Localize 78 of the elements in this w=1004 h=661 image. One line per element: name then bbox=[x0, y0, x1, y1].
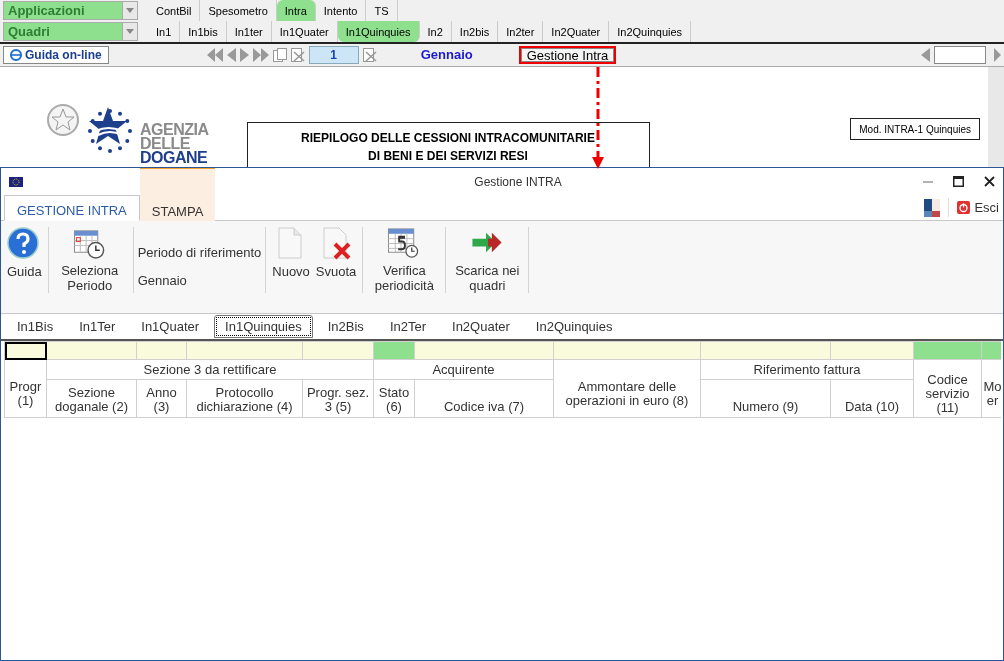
help-link[interactable]: Guida on-line bbox=[3, 46, 109, 64]
logo-text: AGENZIA bbox=[140, 123, 209, 137]
maximize-icon[interactable] bbox=[953, 176, 964, 187]
exit-label[interactable]: Esci bbox=[974, 197, 999, 218]
dropdown-arrow-icon[interactable] bbox=[126, 29, 134, 34]
previous-icon[interactable] bbox=[921, 48, 930, 62]
input-cell[interactable] bbox=[186, 341, 303, 360]
sheet-tab[interactable]: In2Quinquies bbox=[524, 314, 624, 339]
next-page-icon[interactable] bbox=[239, 48, 249, 62]
title-text: RIEPILOGO DELLE CESSIONI INTRACOMUNITARIE bbox=[300, 130, 596, 147]
ribbon-tab[interactable]: GESTIONE INTRA bbox=[4, 195, 140, 221]
help-icon bbox=[7, 227, 42, 261]
delete-page-icon[interactable] bbox=[290, 48, 305, 62]
column-header: Numero (9) bbox=[700, 379, 831, 418]
logo-text: DOGANE bbox=[140, 151, 209, 165]
sheet-tab[interactable]: In1Bis bbox=[6, 314, 65, 339]
calendar-clock-icon bbox=[72, 227, 107, 260]
model-label: Mod. INTRA-1 Quinquies bbox=[850, 118, 980, 140]
input-cell[interactable] bbox=[46, 341, 137, 360]
sheet-tab[interactable]: In2Bis bbox=[316, 314, 375, 339]
input-cell[interactable] bbox=[4, 341, 47, 360]
power-icon bbox=[957, 201, 971, 214]
input-cell[interactable] bbox=[302, 341, 374, 360]
tab[interactable]: In1Quinquies bbox=[337, 21, 420, 42]
ribbon-button[interactable]: Guida bbox=[5, 227, 44, 293]
delete-page-icon[interactable] bbox=[362, 48, 377, 62]
input-cell[interactable] bbox=[830, 341, 914, 360]
column-header: Ammontare delle operazioni in euro (8) bbox=[553, 359, 701, 418]
column-group-header: Acquirente bbox=[373, 359, 554, 380]
exit-button[interactable]: Esci bbox=[948, 197, 999, 218]
column-header: Sezione doganale (2) bbox=[46, 379, 137, 418]
sheet-tab[interactable]: In1Quater bbox=[130, 314, 211, 339]
flag-icon bbox=[9, 176, 23, 187]
ribbon-button[interactable]: Scarica nei quadri bbox=[450, 227, 525, 293]
ribbon-button[interactable]: Verifica periodicità bbox=[367, 227, 442, 293]
title-text: DI BENI E DEI SERVIZI RESI bbox=[367, 148, 529, 165]
flag-icon[interactable] bbox=[924, 198, 941, 217]
column-header: Codice servizio (11) bbox=[913, 359, 982, 418]
next-icon[interactable] bbox=[994, 48, 1001, 62]
sheet-tab[interactable]: In2Ter bbox=[378, 314, 437, 339]
manage-button[interactable]: Gestione Intra bbox=[518, 46, 617, 64]
page-field[interactable]: 1 bbox=[308, 46, 359, 64]
first-page-icon[interactable] bbox=[206, 48, 223, 62]
previous-page-icon[interactable] bbox=[226, 48, 236, 62]
sheet-tab[interactable]: In1Ter bbox=[68, 314, 127, 339]
period-value: Gennaio bbox=[137, 271, 188, 290]
ribbon-button[interactable]: Seleziona Periodo bbox=[52, 227, 127, 293]
help-link-text[interactable]: Guida on-line bbox=[25, 46, 102, 64]
ribbon-button[interactable]: Nuovo bbox=[270, 227, 312, 293]
page-copy-icon[interactable] bbox=[272, 48, 287, 62]
column-header: Progr (1) bbox=[4, 359, 47, 418]
last-page-icon[interactable] bbox=[252, 48, 269, 62]
tab[interactable]: Intra bbox=[276, 0, 316, 21]
input-cell[interactable] bbox=[373, 341, 415, 360]
column-group-header: Sezione 3 da rettificare bbox=[46, 359, 374, 380]
ribbon-button[interactable]: Svuota bbox=[313, 227, 359, 293]
emblem-icon bbox=[46, 101, 80, 139]
period-label: Periodo di riferimento bbox=[137, 244, 262, 262]
logo-text: DELLE bbox=[140, 137, 190, 151]
sheet-tab[interactable]: In1Quinquies bbox=[214, 314, 313, 339]
column-header: Stato (6) bbox=[373, 379, 415, 418]
ribbon-tab[interactable]: STAMPA bbox=[139, 168, 216, 221]
column-header: Protocollo dichiarazione (4) bbox=[186, 379, 303, 418]
column-group-header: Riferimento fattura bbox=[700, 359, 914, 380]
input-cell[interactable] bbox=[700, 341, 831, 360]
column-header: Progr. sez. 3 (5) bbox=[302, 379, 374, 418]
close-icon[interactable] bbox=[984, 176, 995, 187]
input-cell[interactable] bbox=[553, 341, 701, 360]
input-cell[interactable] bbox=[136, 341, 187, 360]
window-title: Gestione INTRA bbox=[473, 173, 563, 191]
month-label: Gennaio bbox=[420, 46, 473, 65]
dropdown-arrow-icon[interactable] bbox=[126, 8, 134, 13]
search-field[interactable] bbox=[934, 46, 986, 64]
input-cell[interactable] bbox=[981, 341, 1001, 360]
input-cell[interactable] bbox=[414, 341, 554, 360]
input-cell[interactable] bbox=[913, 341, 982, 360]
column-header: Anno (3) bbox=[136, 379, 187, 418]
sheet-tab[interactable]: In2Quater bbox=[441, 314, 521, 339]
